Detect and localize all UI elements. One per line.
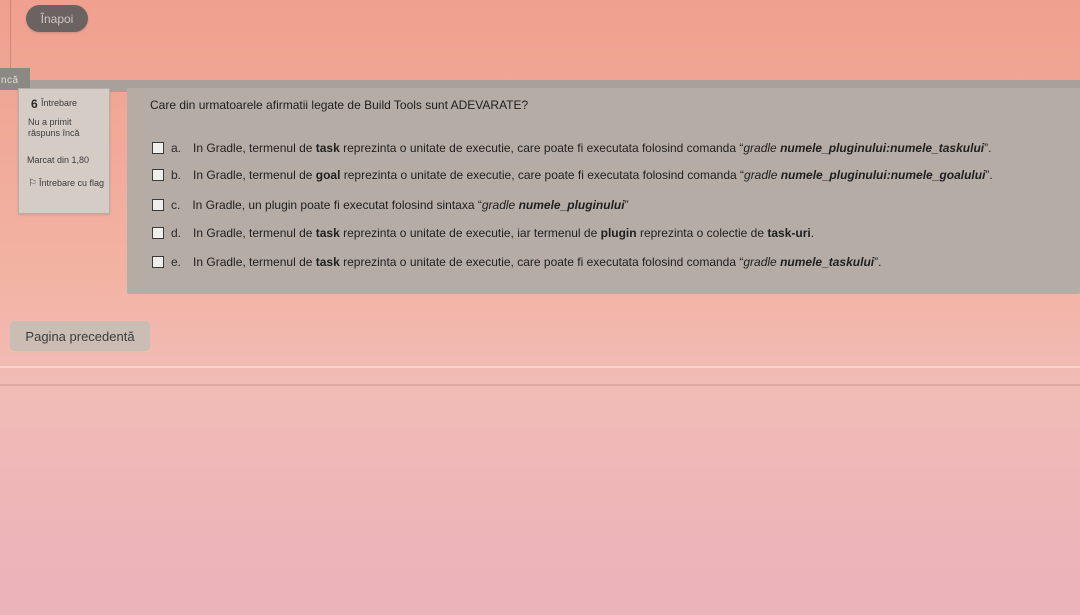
- answer-text: In Gradle, un plugin poate fi executat f…: [192, 198, 628, 212]
- answer-checkbox[interactable]: [152, 142, 164, 154]
- answer-text-part: In Gradle, termenul de: [193, 255, 316, 269]
- answer-text-part: ”.: [874, 255, 882, 269]
- answer-text-part: In Gradle, termenul de: [193, 168, 316, 182]
- answer-text-part: reprezinta o colectie de: [636, 226, 768, 240]
- answer-text: In Gradle, termenul de task reprezinta o…: [193, 255, 881, 269]
- answer-text-part: reprezinta o unitate de executie, care p…: [339, 255, 744, 269]
- answer-letter: d.: [171, 226, 182, 240]
- question-grade: Marcat din 1,80: [27, 155, 90, 165]
- divider: [0, 366, 1080, 368]
- answer-text-part: task: [315, 255, 340, 269]
- answer-text: In Gradle, termenul de task reprezinta o…: [193, 226, 814, 240]
- answer-text-part: task: [315, 226, 340, 240]
- answer-text-part: ”: [624, 198, 629, 212]
- answer-text: In Gradle, termenul de goal reprezinta o…: [193, 168, 993, 182]
- answer-text-part: gradle: [481, 198, 519, 212]
- answer-text-part: In Gradle, un plugin poate fi executat f…: [192, 198, 482, 212]
- answer-letter: c.: [171, 198, 181, 212]
- question-panel: Care din urmatoarele afirmatii legate de…: [127, 88, 1080, 294]
- answer-text-part: gradle: [744, 168, 781, 182]
- answer-checkbox[interactable]: [152, 227, 164, 239]
- question-label: Întrebare: [41, 98, 78, 108]
- flag-label: Întrebare cu flag: [38, 178, 105, 188]
- answer-text-part: task-uri: [767, 226, 811, 240]
- answer-text-part: task: [315, 141, 340, 155]
- answer-text-part: numele_pluginului:numele_taskului: [780, 141, 985, 155]
- answer-text-part: ”.: [984, 141, 992, 155]
- divider: [0, 384, 1080, 386]
- question-state: Nu a primit răspuns încă: [28, 117, 80, 138]
- answer-text-part: reprezinta o unitate de executie, care p…: [340, 168, 745, 182]
- answer-text-part: numele_pluginului:numele_goalului: [780, 168, 986, 182]
- answer-option-b[interactable]: b. In Gradle, termenul de goal reprezinta…: [152, 168, 993, 182]
- answer-checkbox[interactable]: [152, 169, 164, 181]
- answer-letter: a.: [171, 141, 182, 155]
- answer-text-part: goal: [315, 168, 341, 182]
- answer-letter: e.: [171, 255, 182, 269]
- answer-text-part: numele_taskului: [780, 255, 875, 269]
- answer-option-a[interactable]: a. In Gradle, termenul de task reprezinta…: [152, 141, 991, 155]
- answer-checkbox[interactable]: [152, 256, 164, 268]
- answer-letter: b.: [171, 168, 182, 182]
- answer-text-part: plugin: [600, 226, 637, 240]
- answer-checkbox[interactable]: [152, 199, 164, 211]
- answer-text-part: reprezinta o unitate de executie, care p…: [339, 141, 744, 155]
- answer-text-part: .: [810, 226, 815, 240]
- question-number: 6: [31, 97, 38, 111]
- answer-text-part: numele_pluginului: [518, 198, 625, 212]
- back-button[interactable]: Înapoi: [26, 5, 88, 32]
- answer-text-part: gradle: [743, 141, 781, 155]
- question-info-box: 6 Întrebare Nu a primit răspuns încă Mar…: [18, 88, 110, 214]
- answer-option-e[interactable]: e. In Gradle, termenul de task reprezinta…: [152, 255, 881, 269]
- answer-text-part: gradle: [743, 255, 781, 269]
- previous-page-button[interactable]: Pagina precedentă: [10, 321, 150, 351]
- answer-text: In Gradle, termenul de task reprezinta o…: [193, 141, 991, 155]
- answer-text-part: In Gradle, termenul de: [193, 141, 316, 155]
- flag-icon: ⚐: [28, 178, 37, 189]
- answer-text-part: reprezinta o unitate de executie, iar te…: [339, 226, 601, 240]
- answer-option-d[interactable]: d. In Gradle, termenul de task reprezinta…: [152, 226, 814, 240]
- question-text: Care din urmatoarele afirmatii legate de…: [150, 98, 529, 112]
- answer-text-part: In Gradle, termenul de: [193, 226, 316, 240]
- flag-question-link[interactable]: ⚐ Întrebare cu flag: [28, 177, 108, 190]
- section-label: ncă: [1, 75, 19, 86]
- answer-text-part: ”.: [985, 168, 993, 182]
- answer-option-c[interactable]: c. In Gradle, un plugin poate fi executat…: [152, 198, 629, 212]
